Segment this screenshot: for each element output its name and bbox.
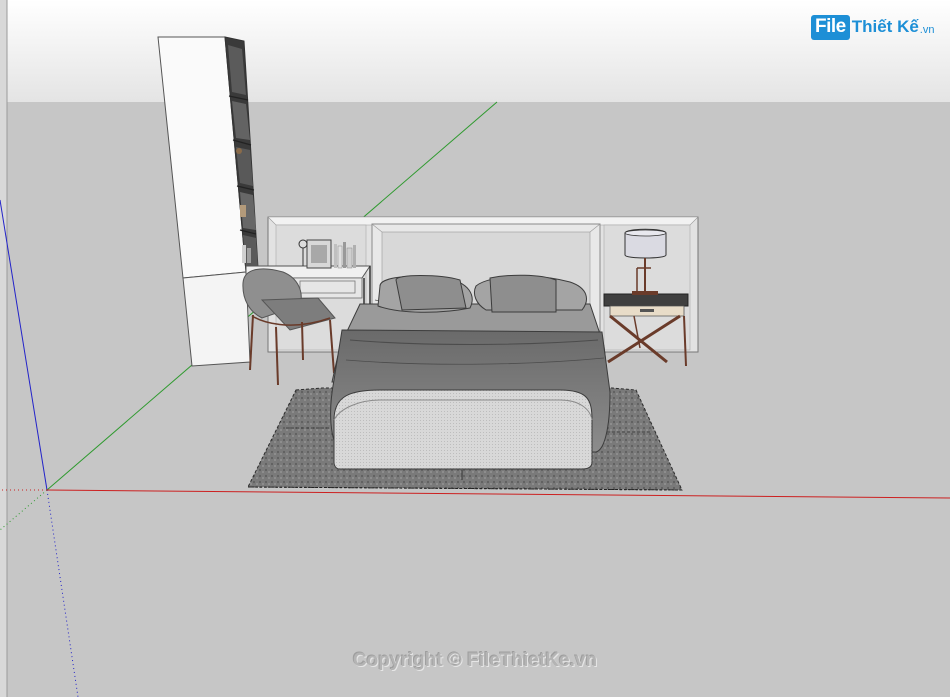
- sketchup-viewport[interactable]: File Thiết Kế .vn Copyright © FileThietK…: [0, 0, 950, 697]
- bench: [333, 389, 593, 480]
- logo-tld: .vn: [919, 24, 935, 36]
- sky: [0, 0, 950, 102]
- left-edge: [0, 0, 7, 697]
- logo-file-mark: File: [811, 14, 850, 40]
- logo-brand-text: Thiết Kế: [851, 17, 919, 36]
- 3d-scene[interactable]: [0, 0, 950, 697]
- file-thiet-ke-logo[interactable]: File Thiết Kế .vn: [811, 12, 934, 42]
- copyright-watermark: Copyright © FileThietKe.vn: [352, 650, 598, 671]
